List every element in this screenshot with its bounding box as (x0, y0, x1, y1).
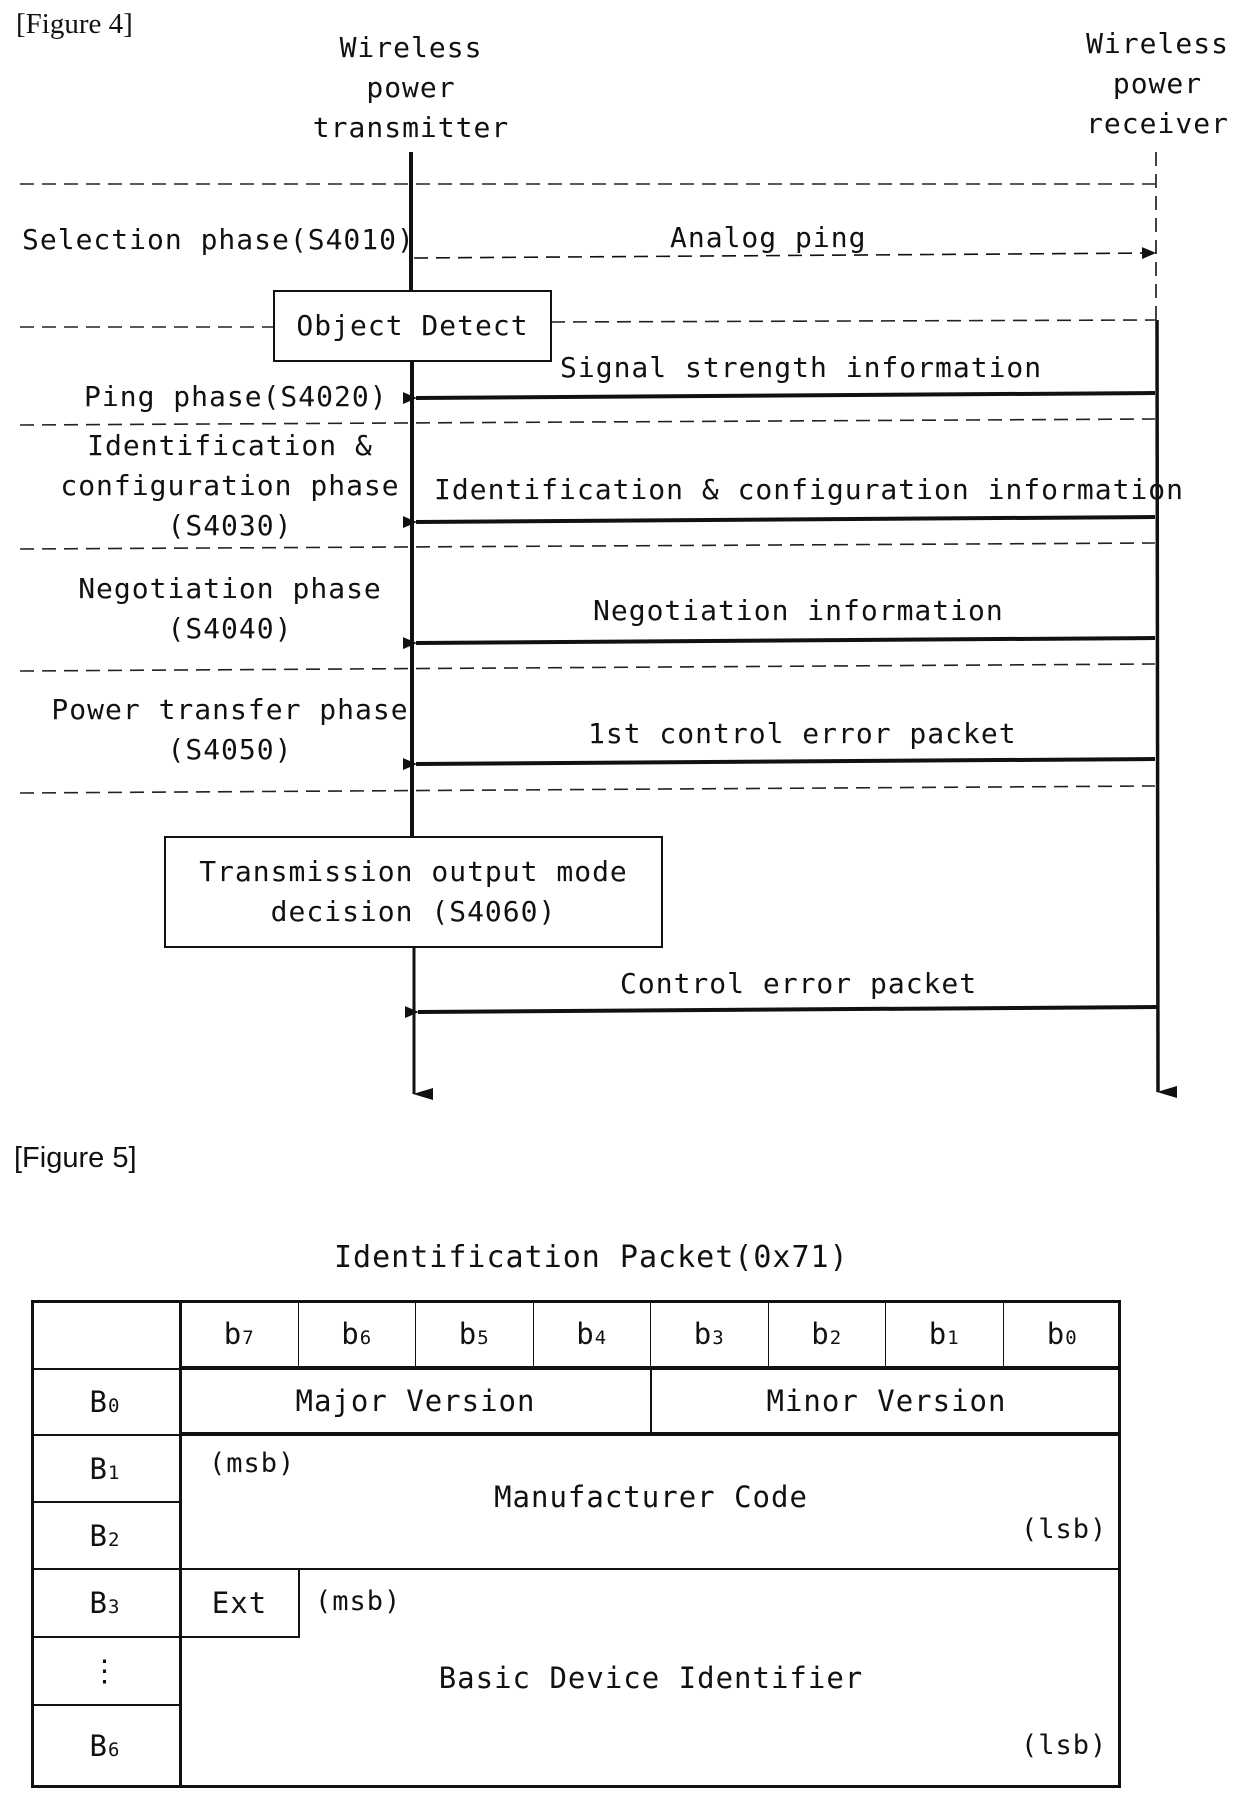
transmission-output-mode-decision-box: Transmission output mode decision (S4060… (164, 836, 663, 948)
phase-label-selection: Selection phase(S4010) (22, 223, 415, 256)
bit-header-base: b (693, 1317, 713, 1351)
byte-label-subscript: 1 (108, 1461, 121, 1484)
basic-device-identifier-msb: (msb) (315, 1586, 402, 1617)
identification-configuration-arrow (402, 515, 1156, 529)
major-version-field: Major Version (295, 1384, 536, 1418)
byte-label-subscript: 6 (108, 1738, 121, 1761)
phase-label-ping: Ping phase(S4020) (84, 380, 388, 413)
bit-header-b5: b5 (416, 1300, 534, 1368)
message-label-analog-ping: Analog ping (670, 221, 867, 254)
bit-header-base: b (811, 1317, 830, 1351)
bit-header-subscript: 5 (477, 1327, 490, 1349)
phase-label-line: configuration phase (60, 469, 400, 502)
byte-row-label-B1: B1 (31, 1436, 179, 1501)
bit-header-b7: b7 (181, 1300, 299, 1368)
bit-header-base: b (223, 1317, 243, 1351)
phase-separator (19, 785, 1156, 794)
bit-header-base: b (928, 1317, 948, 1351)
phase-separator (19, 418, 1156, 426)
packet-title: Identification Packet(0x71) (334, 1240, 849, 1275)
phase-label-line: (S4030) (167, 509, 293, 542)
phase-label-identification-configuration: Identification & configuration phase (S4… (60, 426, 400, 546)
byte-row-label-B6: B6 (31, 1706, 179, 1785)
manufacturer-code-lsb: (lsb) (1021, 1514, 1108, 1545)
message-label-negotiation: Negotiation information (593, 594, 1004, 627)
bit-header-b1: b1 (886, 1300, 1004, 1368)
basic-device-identifier-field: Basic Device Identifier (438, 1661, 864, 1695)
bit-header-subscript: 3 (712, 1327, 725, 1349)
bit-header-b2: b2 (769, 1300, 886, 1368)
first-control-error-packet-arrow (402, 757, 1156, 771)
bit-header-b6: b6 (299, 1300, 416, 1368)
vertical-ellipsis-icon: ⋮ (89, 1653, 121, 1689)
phase-separator (19, 663, 1156, 672)
control-error-packet-arrow (404, 1005, 1158, 1019)
byte-row-label-B3: B3 (31, 1570, 179, 1636)
identification-packet-table: b7b6b5b4b3b2b1b0 Major Version Minor Ver… (31, 1300, 1121, 1788)
minor-version-field: Minor Version (766, 1384, 1007, 1418)
signal-strength-arrow (402, 391, 1156, 405)
byte-label-subscript: 0 (108, 1395, 121, 1417)
receiver-lifeline (1155, 319, 1178, 1098)
byte-label-base: B (89, 1385, 108, 1419)
bit-header-subscript: 0 (1065, 1327, 1078, 1349)
byte-label-base: B (89, 1518, 108, 1553)
byte-row-ellipsis: ⋮ (31, 1638, 179, 1704)
ext-field: Ext (211, 1586, 268, 1620)
object-detect-box: Object Detect (273, 290, 552, 362)
message-label-identification-configuration: Identification & configuration informati… (434, 473, 1185, 506)
message-label-control-error-packet: Control error packet (620, 967, 978, 1000)
byte-label-subscript: 2 (108, 1528, 121, 1551)
box-line: Transmission output mode (199, 855, 628, 888)
phase-label-line: (S4050) (167, 733, 293, 766)
phase-label-power-transfer: Power transfer phase (S4050) (50, 690, 410, 770)
bit-header-base: b (458, 1317, 478, 1351)
figure-5-label: [Figure 5] (14, 1142, 137, 1174)
byte-label-base: B (89, 1586, 108, 1620)
bit-header-subscript: 6 (359, 1327, 373, 1349)
box-line: decision (S4060) (270, 895, 557, 928)
bit-header-subscript: 4 (594, 1327, 608, 1349)
byte-row-label-B2: B2 (31, 1503, 179, 1568)
phase-label-line: Identification & (87, 429, 373, 462)
bit-header-base: b (341, 1317, 360, 1351)
byte-label-base: B (89, 1451, 108, 1486)
bit-header-b4: b4 (534, 1300, 651, 1368)
byte-label-base: B (89, 1728, 108, 1763)
bit-header-base: b (1046, 1317, 1066, 1351)
byte-row-label-B0: B0 (31, 1370, 179, 1434)
manufacturer-code-field: Manufacturer Code (494, 1480, 808, 1514)
bit-header-subscript: 2 (829, 1327, 843, 1349)
bit-header-b3: b3 (651, 1300, 769, 1368)
phase-separator (550, 319, 1156, 323)
negotiation-arrow (402, 636, 1156, 650)
phase-label-line: (S4040) (167, 612, 293, 645)
bit-header-base: b (576, 1317, 595, 1351)
bit-header-b0: b0 (1004, 1300, 1122, 1368)
phase-label-line: Power transfer phase (51, 693, 409, 726)
sequence-diagram (19, 152, 1178, 1100)
message-label-first-control-error-packet: 1st control error packet (588, 717, 1017, 750)
byte-label-subscript: 3 (108, 1596, 121, 1618)
phase-label-line: Negotiation phase (78, 572, 382, 605)
bit-header-subscript: 7 (242, 1327, 255, 1349)
bit-header-subscript: 1 (947, 1327, 960, 1349)
message-label-signal-strength: Signal strength information (560, 351, 1043, 384)
basic-device-identifier-lsb: (lsb) (1021, 1730, 1108, 1761)
phase-label-negotiation: Negotiation phase (S4040) (60, 569, 400, 649)
